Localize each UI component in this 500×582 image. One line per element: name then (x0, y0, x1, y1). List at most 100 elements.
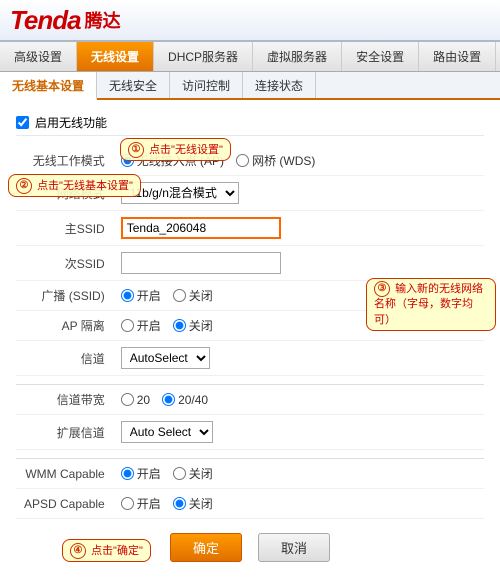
ssid2-input[interactable] (121, 252, 281, 274)
ssid-row: 主SSID (16, 211, 484, 246)
ssid2-label: 次SSID (16, 246, 113, 281)
ssid2-row: 次SSID (16, 246, 484, 281)
ap-iso-off-radio[interactable] (173, 319, 186, 332)
work-mode-value: 无线接入点 (AP) 网桥 (WDS) (113, 146, 484, 176)
work-mode-wds-text: 网桥 (WDS) (252, 152, 315, 169)
ssid-label: 主SSID (16, 211, 113, 246)
work-mode-ap-radio[interactable] (121, 154, 134, 167)
apsd-on-label[interactable]: 开启 (121, 495, 161, 512)
logo-en: Tenda (10, 5, 81, 36)
work-mode-label: 无线工作模式 (16, 146, 113, 176)
apsd-on-text: 开启 (137, 495, 161, 512)
separator-row-2 (16, 450, 484, 459)
wmm-on-label[interactable]: 开启 (121, 465, 161, 482)
enable-wireless-row: 启用无线功能 (16, 110, 484, 136)
apsd-value: 开启 关闭 (113, 489, 484, 519)
sub-nav: 无线基本设置 无线安全 访问控制 连接状态 (0, 72, 500, 100)
ext-channel-value: Auto Select Upper Lower (113, 415, 484, 450)
channel-select[interactable]: AutoSelect 1 2 3 (121, 347, 210, 369)
apsd-off-text: 关闭 (189, 495, 213, 512)
ap-iso-off-text: 关闭 (189, 317, 213, 334)
apsd-label: APSD Capable (16, 489, 113, 519)
top-nav-item-wireless[interactable]: 无线设置 (77, 42, 154, 71)
ext-channel-label: 扩展信道 (16, 415, 113, 450)
top-nav-item-advanced[interactable]: 高级设置 (0, 42, 77, 71)
bandwidth-value: 20 20/40 (113, 385, 484, 415)
wmm-label: WMM Capable (16, 459, 113, 489)
ap-iso-on-radio[interactable] (121, 319, 134, 332)
sub-nav-basic[interactable]: 无线基本设置 (0, 72, 97, 100)
bandwidth-label: 信道带宽 (16, 385, 113, 415)
bandwidth-20-radio[interactable] (121, 393, 134, 406)
enable-wireless-label[interactable]: 启用无线功能 (35, 114, 107, 131)
logo-cn: 腾达 (85, 7, 121, 33)
network-mode-select[interactable]: 11b模式 11g模式 11n模式 11b/g混合模式 11b/g/n混合模式 (121, 182, 239, 204)
bandwidth-20-text: 20 (137, 393, 150, 407)
sub-nav-security[interactable]: 无线安全 (97, 72, 170, 98)
ap-isolation-row: AP 隔离 开启 关闭 (16, 311, 484, 341)
network-mode-row: 网络模式 11b模式 11g模式 11n模式 11b/g混合模式 11b/g/n… (16, 176, 484, 211)
confirm-button[interactable]: 确定 (170, 533, 242, 562)
top-nav-item-route[interactable]: 路由设置 (419, 42, 496, 71)
header: Tenda 腾达 (0, 0, 500, 42)
bandwidth-row: 信道带宽 20 20/40 (16, 385, 484, 415)
broadcast-on-radio[interactable] (121, 289, 134, 302)
separator-row (16, 376, 484, 385)
broadcast-value: 开启 关闭 (113, 281, 484, 311)
enable-wireless-checkbox[interactable] (16, 116, 29, 129)
cancel-button[interactable]: 取消 (258, 533, 330, 562)
apsd-off-radio[interactable] (173, 497, 186, 510)
wmm-on-radio[interactable] (121, 467, 134, 480)
network-mode-label: 网络模式 (16, 176, 113, 211)
wmm-row: WMM Capable 开启 关闭 (16, 459, 484, 489)
broadcast-off-label[interactable]: 关闭 (173, 287, 213, 304)
channel-row: 信道 AutoSelect 1 2 3 (16, 341, 484, 376)
bandwidth-2040-radio[interactable] (162, 393, 175, 406)
wmm-off-radio[interactable] (173, 467, 186, 480)
bandwidth-2040-text: 20/40 (178, 393, 208, 407)
apsd-row: APSD Capable 开启 关闭 (16, 489, 484, 519)
content-area: 启用无线功能 无线工作模式 无线接入点 (AP) 网桥 (WDS) (0, 100, 500, 582)
apsd-on-radio[interactable] (121, 497, 134, 510)
work-mode-wds-radio[interactable] (236, 154, 249, 167)
ap-iso-off-label[interactable]: 关闭 (173, 317, 213, 334)
apsd-off-label[interactable]: 关闭 (173, 495, 213, 512)
ap-isolation-value: 开启 关闭 (113, 311, 484, 341)
ap-iso-on-text: 开启 (137, 317, 161, 334)
sub-nav-access[interactable]: 访问控制 (170, 72, 243, 98)
work-mode-ap-text: 无线接入点 (AP) (137, 152, 224, 169)
broadcast-label: 广播 (SSID) (16, 281, 113, 311)
ap-iso-on-label[interactable]: 开启 (121, 317, 161, 334)
work-mode-ap-label[interactable]: 无线接入点 (AP) (121, 152, 224, 169)
work-mode-row: 无线工作模式 无线接入点 (AP) 网桥 (WDS) (16, 146, 484, 176)
top-nav-item-security[interactable]: 安全设置 (342, 42, 419, 71)
ext-channel-row: 扩展信道 Auto Select Upper Lower (16, 415, 484, 450)
bandwidth-20-label[interactable]: 20 (121, 393, 150, 407)
broadcast-on-text: 开启 (137, 287, 161, 304)
wmm-value: 开启 关闭 (113, 459, 484, 489)
ssid2-value (113, 246, 484, 281)
channel-label: 信道 (16, 341, 113, 376)
broadcast-row: 广播 (SSID) 开启 关闭 (16, 281, 484, 311)
broadcast-off-text: 关闭 (189, 287, 213, 304)
top-nav-item-virtual[interactable]: 虚拟服务器 (253, 42, 342, 71)
wmm-off-label[interactable]: 关闭 (173, 465, 213, 482)
broadcast-off-radio[interactable] (173, 289, 186, 302)
wmm-on-text: 开启 (137, 465, 161, 482)
button-row: 确定 取消 (16, 533, 484, 572)
broadcast-on-label[interactable]: 开启 (121, 287, 161, 304)
top-nav: 高级设置 无线设置 DHCP服务器 虚拟服务器 安全设置 路由设置 系 (0, 42, 500, 72)
ext-channel-select[interactable]: Auto Select Upper Lower (121, 421, 213, 443)
bandwidth-2040-label[interactable]: 20/40 (162, 393, 208, 407)
ssid-input[interactable] (121, 217, 281, 239)
sub-nav-status[interactable]: 连接状态 (243, 72, 316, 98)
top-nav-item-more[interactable]: 系 (496, 42, 500, 71)
settings-table: 无线工作模式 无线接入点 (AP) 网桥 (WDS) (16, 146, 484, 519)
work-mode-wds-label[interactable]: 网桥 (WDS) (236, 152, 315, 169)
channel-value: AutoSelect 1 2 3 (113, 341, 484, 376)
top-nav-item-dhcp[interactable]: DHCP服务器 (154, 42, 253, 71)
wmm-off-text: 关闭 (189, 465, 213, 482)
ap-isolation-label: AP 隔离 (16, 311, 113, 341)
network-mode-value: 11b模式 11g模式 11n模式 11b/g混合模式 11b/g/n混合模式 (113, 176, 484, 211)
ssid-value (113, 211, 484, 246)
